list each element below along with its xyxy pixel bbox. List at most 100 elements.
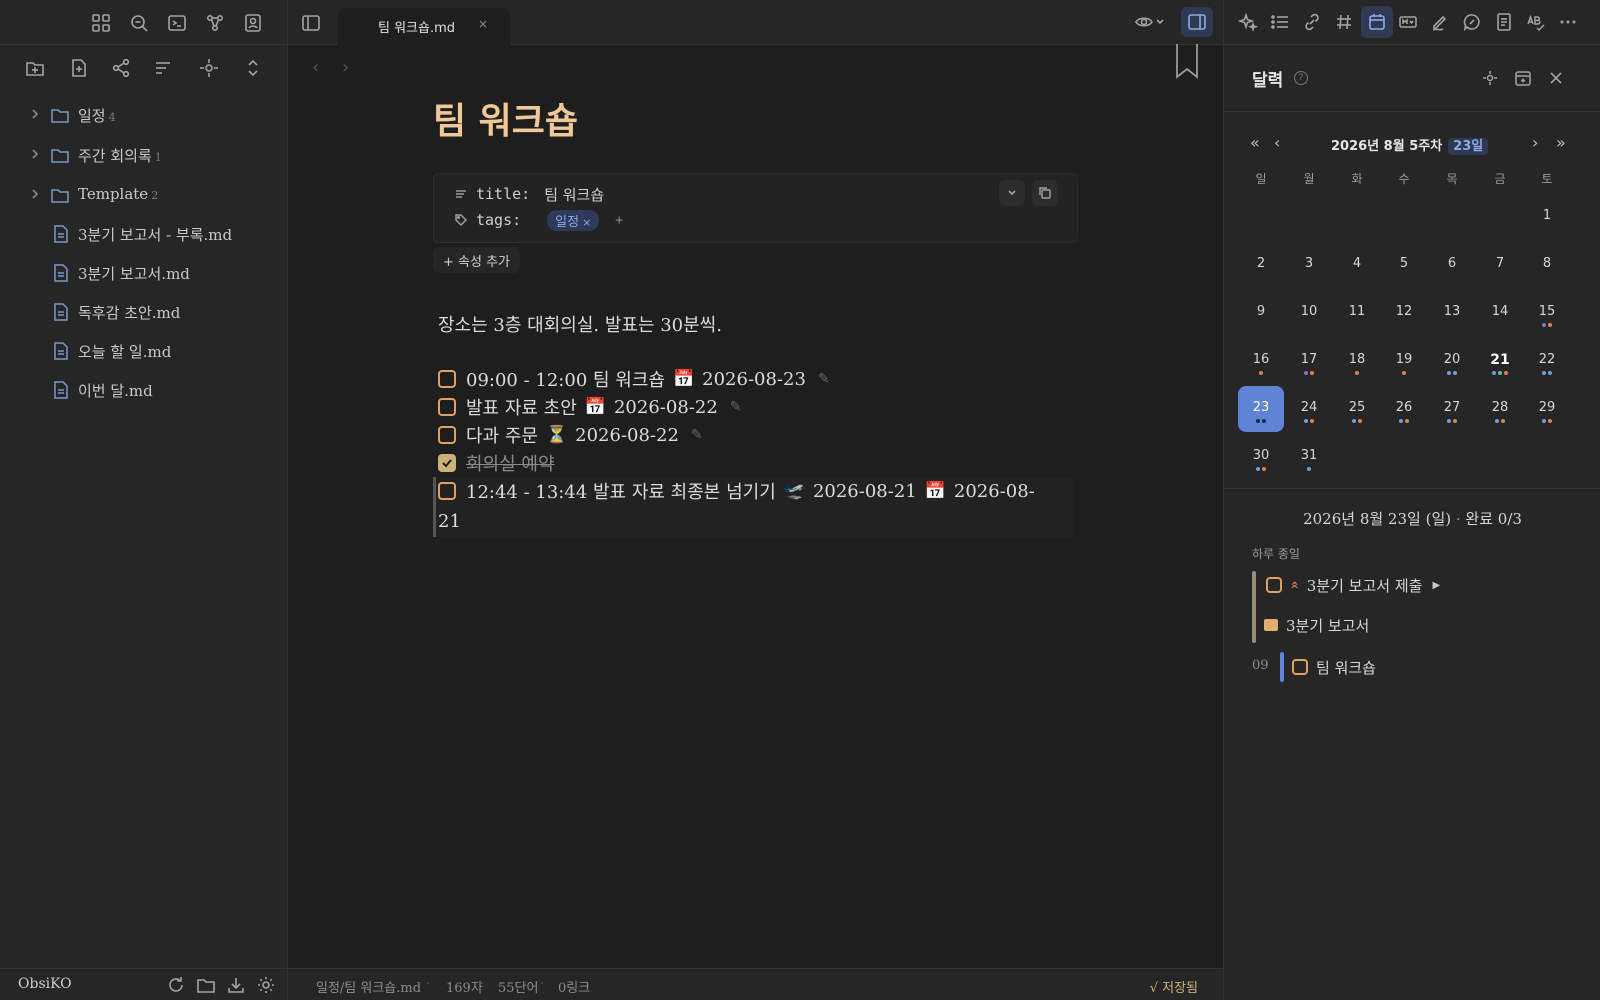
tree-folder-template[interactable]: Template 2 — [0, 180, 288, 210]
calendar-day[interactable]: 3 — [1286, 242, 1332, 288]
chat-bubble-icon[interactable] — [1462, 12, 1482, 32]
next-year-button[interactable]: » — [1556, 133, 1566, 152]
close-icon[interactable] — [1547, 69, 1565, 87]
calendar-day[interactable]: 26 — [1381, 386, 1427, 432]
new-note-icon[interactable] — [68, 57, 90, 79]
settings-gear-icon[interactable] — [256, 975, 276, 995]
calendar-day[interactable]: 19 — [1381, 338, 1427, 384]
calendar-day-today[interactable]: 21 — [1477, 338, 1523, 384]
markdown-icon[interactable] — [1398, 12, 1418, 32]
note-title[interactable]: 팀 워크숍 — [433, 92, 578, 144]
calendar-day[interactable]: 17 — [1286, 338, 1332, 384]
vault-name[interactable]: ObsiKO — [18, 976, 72, 992]
task-checkbox[interactable] — [438, 426, 456, 444]
property-tags[interactable]: tags: 일정 × + — [454, 209, 623, 231]
graph-icon[interactable] — [204, 12, 226, 34]
calendar-day[interactable]: 7 — [1477, 242, 1523, 288]
calendar-day[interactable]: 22 — [1524, 338, 1570, 384]
calendar-day-selected[interactable]: 23 — [1238, 386, 1284, 432]
sparkle-icon[interactable] — [1238, 12, 1258, 32]
task-item-active[interactable]: 12:44 - 13:44 발표 자료 최종본 넘기기 🛫 2026-08-21… — [438, 479, 1035, 503]
calendar-day[interactable]: 10 — [1286, 290, 1332, 336]
tag-add-button[interactable]: + — [615, 213, 623, 228]
tree-folder-weekly-minutes[interactable]: 주간 회의록 1 — [0, 140, 288, 170]
calendar-day[interactable]: 20 — [1429, 338, 1475, 384]
task-item[interactable]: 09:00 - 12:00 팀 워크숍 📅 2026-08-23 ✎ — [438, 367, 830, 391]
edit-pencil-icon[interactable]: ✎ — [691, 427, 703, 443]
task-checkbox[interactable] — [438, 370, 456, 388]
status-path[interactable]: 일정/팀 워크숍.md — [316, 977, 421, 996]
help-icon[interactable]: ? — [1294, 71, 1308, 85]
chevron-right-icon[interactable] — [28, 187, 42, 201]
chevron-down-icon[interactable] — [999, 180, 1025, 206]
tree-folder-schedule[interactable]: 일정 4 — [0, 100, 288, 130]
event-checkbox[interactable] — [1266, 577, 1282, 593]
calendar-day[interactable]: 5 — [1381, 242, 1427, 288]
calendar-day[interactable]: 15 — [1524, 290, 1570, 336]
dashboard-icon[interactable] — [90, 12, 112, 34]
calendar-day[interactable]: 13 — [1429, 290, 1475, 336]
expand-collapse-icon[interactable] — [242, 57, 264, 79]
sidebar-toggle-left-icon[interactable] — [300, 12, 322, 34]
share-icon[interactable] — [110, 57, 132, 79]
calendar-day[interactable]: 28 — [1477, 386, 1523, 432]
bookmark-icon[interactable] — [1174, 44, 1200, 80]
calendar-day[interactable]: 8 — [1524, 242, 1570, 288]
calendar-day[interactable]: 14 — [1477, 290, 1523, 336]
tree-file-today-todo[interactable]: 오늘 할 일.md — [0, 336, 288, 366]
tag-remove-icon[interactable]: × — [582, 216, 591, 229]
task-checkbox[interactable] — [438, 398, 456, 416]
calendar-day[interactable]: 16 — [1238, 338, 1284, 384]
open-folder-icon[interactable] — [196, 975, 216, 995]
next-month-button[interactable]: › — [1532, 133, 1538, 152]
document-icon[interactable] — [1494, 12, 1514, 32]
calendar-add-icon[interactable] — [1514, 69, 1532, 87]
outline-list-icon[interactable] — [1270, 12, 1290, 32]
task-item-done[interactable]: 회의실 예약 — [438, 451, 555, 475]
task-checkbox-checked[interactable] — [438, 454, 456, 472]
hashtag-icon[interactable] — [1334, 12, 1354, 32]
selected-day-chip[interactable]: 23일 — [1448, 138, 1489, 155]
chevron-right-icon[interactable] — [28, 147, 42, 161]
tree-file-this-month[interactable]: 이번 달.md — [0, 375, 288, 405]
tag-chip[interactable]: 일정 × — [547, 209, 600, 231]
contact-icon[interactable] — [242, 12, 264, 34]
calendar-day[interactable]: 11 — [1334, 290, 1380, 336]
event-q3-report-submit[interactable]: « 3분기 보고서 제출 ▶ — [1266, 574, 1440, 596]
calendar-day[interactable]: 6 — [1429, 242, 1475, 288]
task-item[interactable]: 발표 자료 초안 📅 2026-08-22 ✎ — [438, 395, 742, 419]
event-checkbox[interactable] — [1292, 659, 1308, 675]
download-icon[interactable] — [226, 975, 246, 995]
forward-icon[interactable]: › — [342, 57, 349, 78]
new-folder-icon[interactable] — [24, 57, 46, 79]
calendar-view-tab[interactable] — [1361, 6, 1393, 38]
locate-icon[interactable] — [1481, 69, 1499, 87]
more-options-icon[interactable] — [1558, 12, 1578, 32]
spellcheck-icon[interactable] — [1526, 12, 1546, 32]
prev-year-button[interactable]: « — [1250, 133, 1260, 152]
calendar-day[interactable]: 1 — [1524, 194, 1570, 240]
event-q3-report-project[interactable]: 3분기 보고서 — [1264, 614, 1369, 636]
calendar-day[interactable]: 4 — [1334, 242, 1380, 288]
calendar-day[interactable]: 9 — [1238, 290, 1284, 336]
edit-pencil-icon[interactable]: ✎ — [818, 371, 830, 387]
calendar-day[interactable]: 31 — [1286, 434, 1332, 480]
chevron-right-icon[interactable] — [28, 107, 42, 121]
tree-file-q3-appendix[interactable]: 3분기 보고서 - 부록.md — [0, 219, 288, 249]
sort-icon[interactable] — [152, 57, 174, 79]
calendar-day[interactable]: 18 — [1334, 338, 1380, 384]
calendar-day[interactable]: 12 — [1381, 290, 1427, 336]
tab-team-workshop[interactable]: 팀 워크숍.md × — [338, 8, 510, 45]
locate-icon[interactable] — [198, 57, 220, 79]
edit-pencil-icon[interactable]: ✎ — [730, 399, 742, 415]
play-icon[interactable]: ▶ — [1432, 580, 1440, 591]
search-icon[interactable] — [128, 12, 150, 34]
calendar-day[interactable]: 24 — [1286, 386, 1332, 432]
tree-file-q3-report[interactable]: 3분기 보고서.md — [0, 258, 288, 288]
copy-icon[interactable] — [1032, 180, 1058, 206]
add-property-button[interactable]: + 속성 추가 — [433, 247, 520, 273]
calendar-day[interactable]: 30 — [1238, 434, 1284, 480]
note-paragraph[interactable]: 장소는 3층 대회의실. 발표는 30분씩. — [438, 311, 722, 337]
reading-view-icon[interactable] — [1134, 13, 1166, 31]
calendar-day[interactable]: 2 — [1238, 242, 1284, 288]
